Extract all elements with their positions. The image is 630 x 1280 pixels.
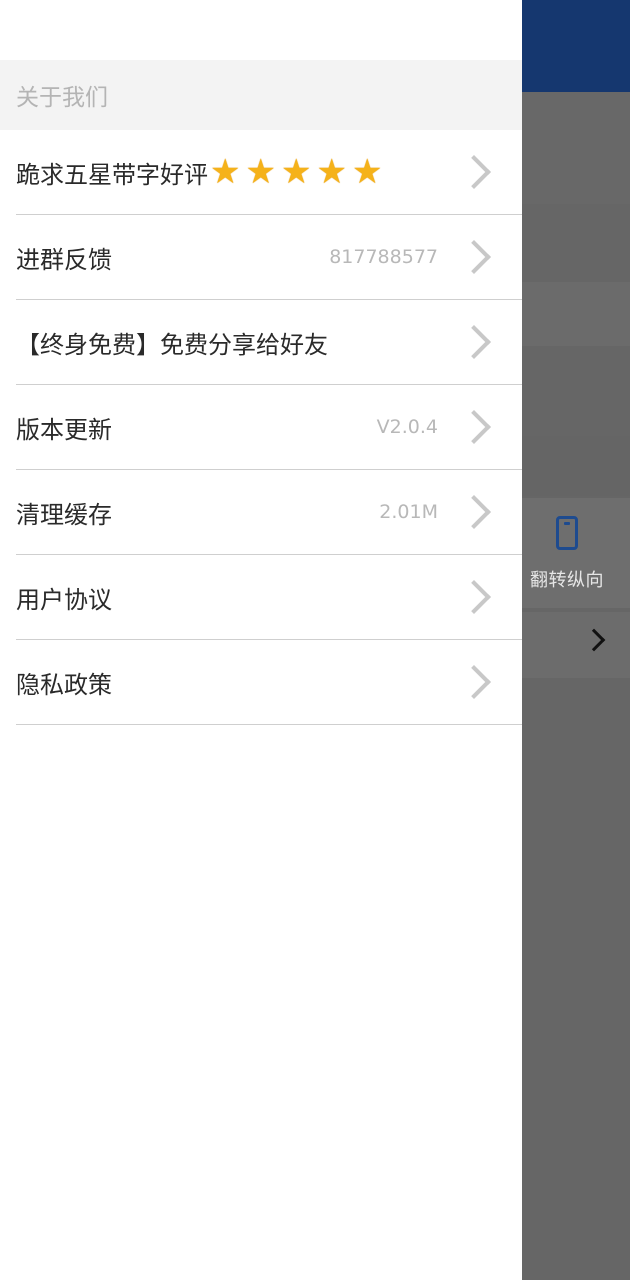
menu-item-clear-cache[interactable]: 清理缓存 2.01M [16,470,522,555]
five-star-rating: ★ ★ ★ ★ ★ [210,155,387,189]
star-icon: ★ [280,152,312,192]
chevron-right-icon [457,410,491,444]
background-panel [522,92,630,204]
menu-item-share-with-friends[interactable]: 【终身免费】免费分享给好友 [16,300,522,385]
star-icon: ★ [351,152,383,192]
menu-item-label: 进群反馈 [16,245,112,274]
background-list-row[interactable] [522,612,630,678]
flip-orientation-button[interactable]: 翻转纵向 [522,498,630,608]
background-panel [522,436,630,496]
menu-item-label: 用户协议 [16,585,112,614]
menu-item-label: 清理缓存 [16,500,112,529]
star-icon: ★ [245,152,276,192]
chevron-right-icon [457,325,491,359]
background-panel [522,282,630,346]
menu-item-label: 版本更新 [16,415,112,444]
section-header-about-us: 关于我们 [0,60,522,130]
screen: 翻转纵向 关于我们 跪求五星带字好评 ★ ★ ★ ★ ★ 进群反馈 817788… [0,0,630,1280]
menu-item-join-group-feedback[interactable]: 进群反馈 817788577 [16,215,522,300]
chevron-right-icon [457,155,491,189]
menu-item-rate-five-stars[interactable]: 跪求五星带字好评 ★ ★ ★ ★ ★ [16,130,522,215]
chevron-right-icon [457,240,491,274]
flip-orientation-label: 翻转纵向 [530,570,604,591]
group-number-value: 817788577 [329,246,438,268]
chevron-right-icon [457,580,491,614]
menu-item-label: 【终身免费】免费分享给好友 [16,330,328,359]
version-value: V2.0.4 [376,416,438,438]
navigation-drawer: 关于我们 跪求五星带字好评 ★ ★ ★ ★ ★ 进群反馈 817788577 【… [0,0,522,1280]
chevron-right-icon [582,628,606,652]
menu-item-user-agreement[interactable]: 用户协议 [16,555,522,640]
chevron-right-icon [457,665,491,699]
menu-item-version-update[interactable]: 版本更新 V2.0.4 [16,385,522,470]
chevron-right-icon [457,495,491,529]
cache-size-value: 2.01M [379,501,438,523]
star-icon: ★ [210,152,241,192]
menu-item-label: 跪求五星带字好评 [16,160,208,189]
drawer-top-spacer [0,0,522,60]
menu-item-privacy-policy[interactable]: 隐私政策 [16,640,522,725]
menu-item-label: 隐私政策 [16,670,112,699]
star-icon: ★ [316,152,347,192]
phone-portrait-icon [556,516,578,550]
